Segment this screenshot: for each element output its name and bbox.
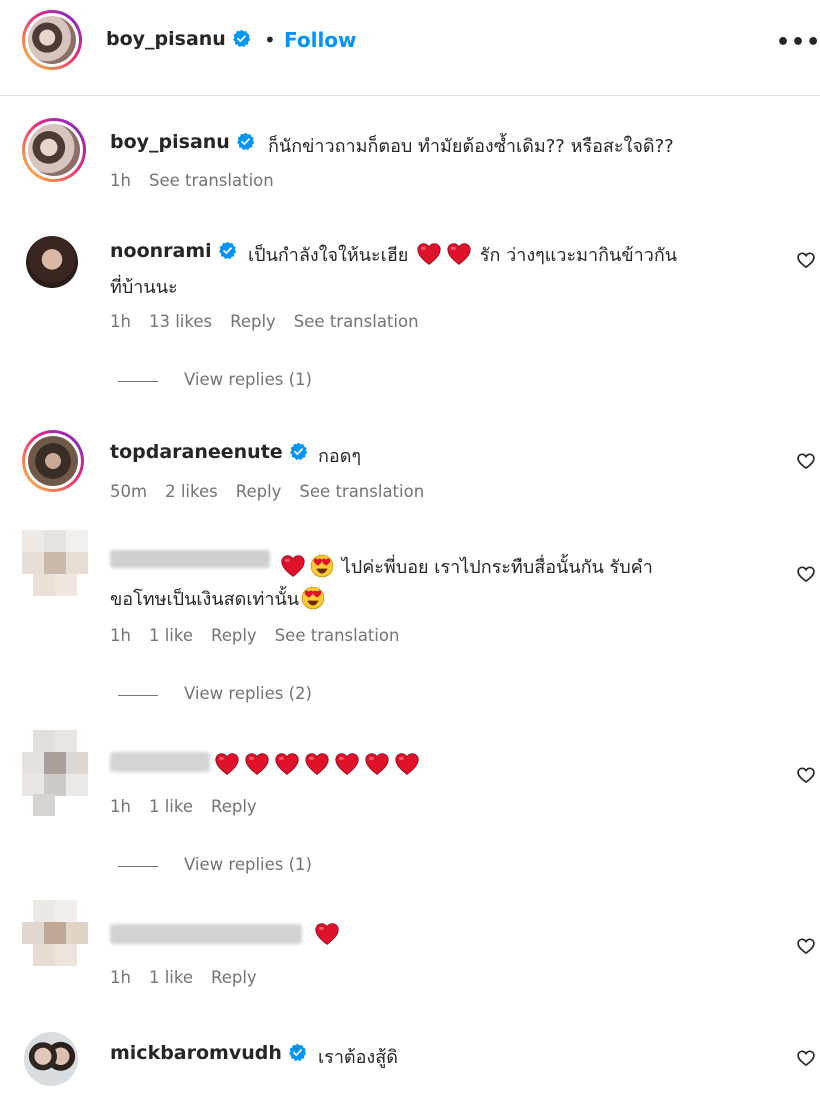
like-heart-icon[interactable]	[796, 250, 816, 270]
verified-badge-icon	[232, 29, 251, 48]
see-translation-link[interactable]: See translation	[275, 626, 400, 645]
red-heart-emoji-icon	[244, 752, 270, 776]
post-header: boy_pisanu • Follow •••	[0, 0, 820, 88]
comment-likes[interactable]: 1 like	[149, 968, 193, 987]
red-heart-emoji-icon	[214, 752, 240, 776]
author-username-text[interactable]: boy_pisanu	[106, 28, 226, 50]
reply-button[interactable]: Reply	[211, 797, 257, 816]
like-heart-icon[interactable]	[796, 765, 816, 785]
caption-username-text[interactable]: boy_pisanu	[110, 131, 230, 153]
see-translation-link[interactable]: See translation	[299, 482, 424, 501]
blurred-username	[110, 752, 210, 772]
red-heart-emoji-icon	[416, 242, 442, 266]
comment-likes[interactable]: 13 likes	[149, 312, 212, 331]
separator-dot: •	[264, 28, 276, 52]
blurred-avatar	[22, 900, 88, 972]
blurred-avatar	[22, 730, 88, 816]
commenter-username[interactable]: noonrami	[110, 240, 237, 262]
red-heart-emoji-icon	[334, 752, 360, 776]
red-heart-emoji-icon	[364, 752, 390, 776]
comment-text-part: ขอโทษเป็นเงินสดเท่านั้น	[110, 589, 300, 610]
author-username[interactable]: boy_pisanu	[106, 28, 251, 50]
more-options-icon[interactable]: •••	[776, 30, 820, 55]
verified-badge-icon	[289, 442, 308, 461]
heart-eyes-emoji-icon	[310, 554, 334, 578]
verified-badge-icon	[218, 241, 237, 260]
comment-text-part: รัก ว่างๆแวะมากินข้าวกัน	[479, 245, 678, 266]
red-heart-emoji-icon	[394, 752, 420, 776]
comment-text: เราต้องสู้ดิ	[318, 1047, 398, 1068]
red-heart-emoji-icon	[274, 752, 300, 776]
caption-username[interactable]: boy_pisanu	[110, 131, 255, 153]
view-replies-button[interactable]: View replies (1)	[184, 370, 312, 389]
comment-hearts	[312, 922, 342, 946]
red-heart-emoji-icon	[304, 752, 330, 776]
comment-time: 50m	[110, 482, 148, 501]
like-heart-icon[interactable]	[796, 1048, 816, 1068]
commenter-username-text[interactable]: topdaraneenute	[110, 441, 283, 463]
header-divider	[0, 95, 820, 96]
commenter-username-text[interactable]: mickbaromvudh	[110, 1042, 282, 1064]
like-heart-icon[interactable]	[796, 564, 816, 584]
view-replies-button[interactable]: View replies (2)	[184, 684, 312, 703]
commenter-avatar[interactable]	[22, 430, 84, 492]
author-avatar[interactable]	[22, 10, 82, 70]
commenter-username[interactable]: mickbaromvudh	[110, 1042, 307, 1064]
comment-time: 1h	[110, 312, 131, 331]
comment-text-line2: ขอโทษเป็นเงินสดเท่านั้น	[110, 584, 327, 613]
comment-hearts	[212, 752, 422, 776]
view-replies-button[interactable]: View replies (1)	[184, 855, 312, 874]
heart-eyes-emoji-icon	[301, 586, 325, 610]
comment-text: กอดๆ	[318, 446, 362, 467]
caption-meta: 1h See translation	[110, 171, 292, 190]
comment-time: 1h	[110, 797, 131, 816]
like-heart-icon[interactable]	[796, 936, 816, 956]
commenter-username-text[interactable]: noonrami	[110, 240, 212, 262]
view-replies-line	[118, 695, 158, 696]
caption-text: ก็นักข่าวถามก็ตอบ ทำมัยต้องซ้ำเดิม?? หรื…	[268, 136, 674, 157]
like-heart-icon[interactable]	[796, 451, 816, 471]
comment-time: 1h	[110, 626, 131, 645]
commenter-avatar[interactable]	[24, 1032, 78, 1086]
follow-button[interactable]: Follow	[284, 28, 357, 52]
blurred-avatar	[22, 530, 88, 610]
comment-time: 1h	[110, 968, 131, 987]
commenter-avatar[interactable]	[26, 236, 78, 288]
reply-button[interactable]: Reply	[211, 626, 257, 645]
caption-avatar[interactable]	[22, 118, 86, 182]
caption-time: 1h	[110, 171, 131, 190]
view-replies-line	[118, 381, 158, 382]
comment-meta: 1h 13 likes Reply See translation	[110, 312, 437, 331]
comment-text-line2: ที่บ้านนะ	[110, 277, 178, 298]
comment-likes[interactable]: 2 likes	[165, 482, 218, 501]
verified-badge-icon	[288, 1043, 307, 1062]
comment-likes[interactable]: 1 like	[149, 626, 193, 645]
comment-text: ไปค่ะพี่บอย เราไปกระทืบสื่อนั้นกัน รับคำ	[278, 552, 653, 581]
comment-text-part: ไปค่ะพี่บอย เราไปกระทืบสื่อนั้นกัน รับคำ	[341, 557, 653, 578]
see-translation-link[interactable]: See translation	[294, 312, 419, 331]
comment-likes[interactable]: 1 like	[149, 797, 193, 816]
reply-button[interactable]: Reply	[211, 968, 257, 987]
blurred-username	[110, 550, 270, 568]
reply-button[interactable]: Reply	[236, 482, 282, 501]
see-translation-link[interactable]: See translation	[149, 171, 274, 190]
red-heart-emoji-icon	[280, 554, 306, 578]
comment-meta: 1h 1 like Reply	[110, 968, 275, 987]
comment-text-part: เป็นกำลังใจให้นะเฮีย	[248, 245, 409, 266]
commenter-username[interactable]: topdaraneenute	[110, 441, 308, 463]
reply-button[interactable]: Reply	[230, 312, 276, 331]
view-replies-line	[118, 866, 158, 867]
verified-badge-icon	[236, 132, 255, 151]
comment-meta: 1h 1 like Reply	[110, 797, 275, 816]
comment-text: เป็นกำลังใจให้นะเฮีย รัก ว่างๆแวะมากินข้…	[248, 240, 677, 269]
red-heart-emoji-icon	[314, 922, 340, 946]
blurred-username	[110, 924, 302, 944]
comment-meta: 1h 1 like Reply See translation	[110, 626, 417, 645]
comment-meta: 50m 2 likes Reply See translation	[110, 482, 442, 501]
red-heart-emoji-icon	[446, 242, 472, 266]
